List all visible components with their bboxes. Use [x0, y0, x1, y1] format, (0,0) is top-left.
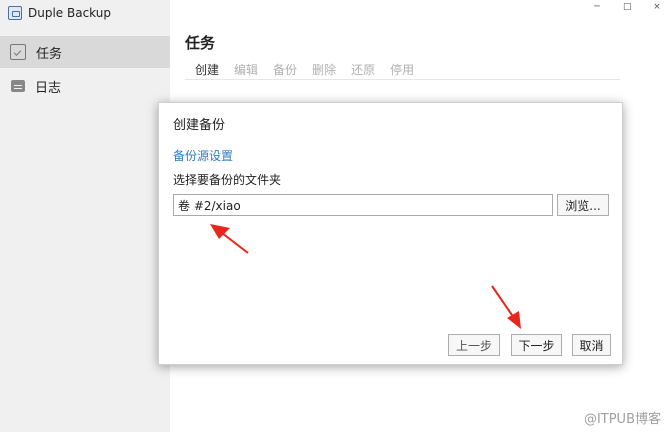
delete-button[interactable]: 删除 — [312, 61, 336, 78]
dialog-description: 选择要备份的文件夹 — [173, 173, 282, 187]
page-title: 任务 — [185, 34, 216, 52]
sidebar-item-label: 任务 — [36, 46, 63, 62]
watermark: @ITPUB博客 — [583, 412, 661, 427]
cancel-button[interactable]: 取消 — [572, 334, 611, 356]
prev-step-button[interactable]: 上一步 — [448, 334, 500, 356]
toolbar-divider — [185, 79, 620, 80]
app-logo-icon — [8, 6, 22, 20]
title-bar: Duple Backup — [0, 0, 170, 26]
create-backup-dialog: 创建备份 备份源设置 选择要备份的文件夹 浏览... 上一步 下一步 取消 — [158, 102, 623, 365]
log-icon — [11, 80, 25, 92]
sidebar-item-logs[interactable]: 日志 — [0, 70, 170, 102]
source-path-input[interactable] — [173, 194, 553, 216]
restore-button[interactable]: 还原 — [351, 61, 375, 78]
next-step-button[interactable]: 下一步 — [511, 334, 562, 356]
edit-button[interactable]: 编辑 — [234, 61, 258, 78]
toolbar: 创建 编辑 备份 删除 还原 停用 — [195, 61, 414, 78]
sidebar-item-label: 日志 — [35, 80, 62, 96]
app-title: Duple Backup — [28, 6, 111, 20]
browse-button[interactable]: 浏览... — [557, 194, 609, 216]
task-icon — [10, 44, 26, 60]
disable-button[interactable]: 停用 — [390, 61, 414, 78]
sidebar: Duple Backup 任务 日志 — [0, 0, 170, 432]
sidebar-item-tasks[interactable]: 任务 — [0, 36, 170, 68]
dialog-title: 创建备份 — [173, 118, 226, 133]
create-button[interactable]: 创建 — [195, 61, 219, 78]
section-title: 备份源设置 — [173, 149, 234, 163]
backup-button[interactable]: 备份 — [273, 61, 297, 78]
